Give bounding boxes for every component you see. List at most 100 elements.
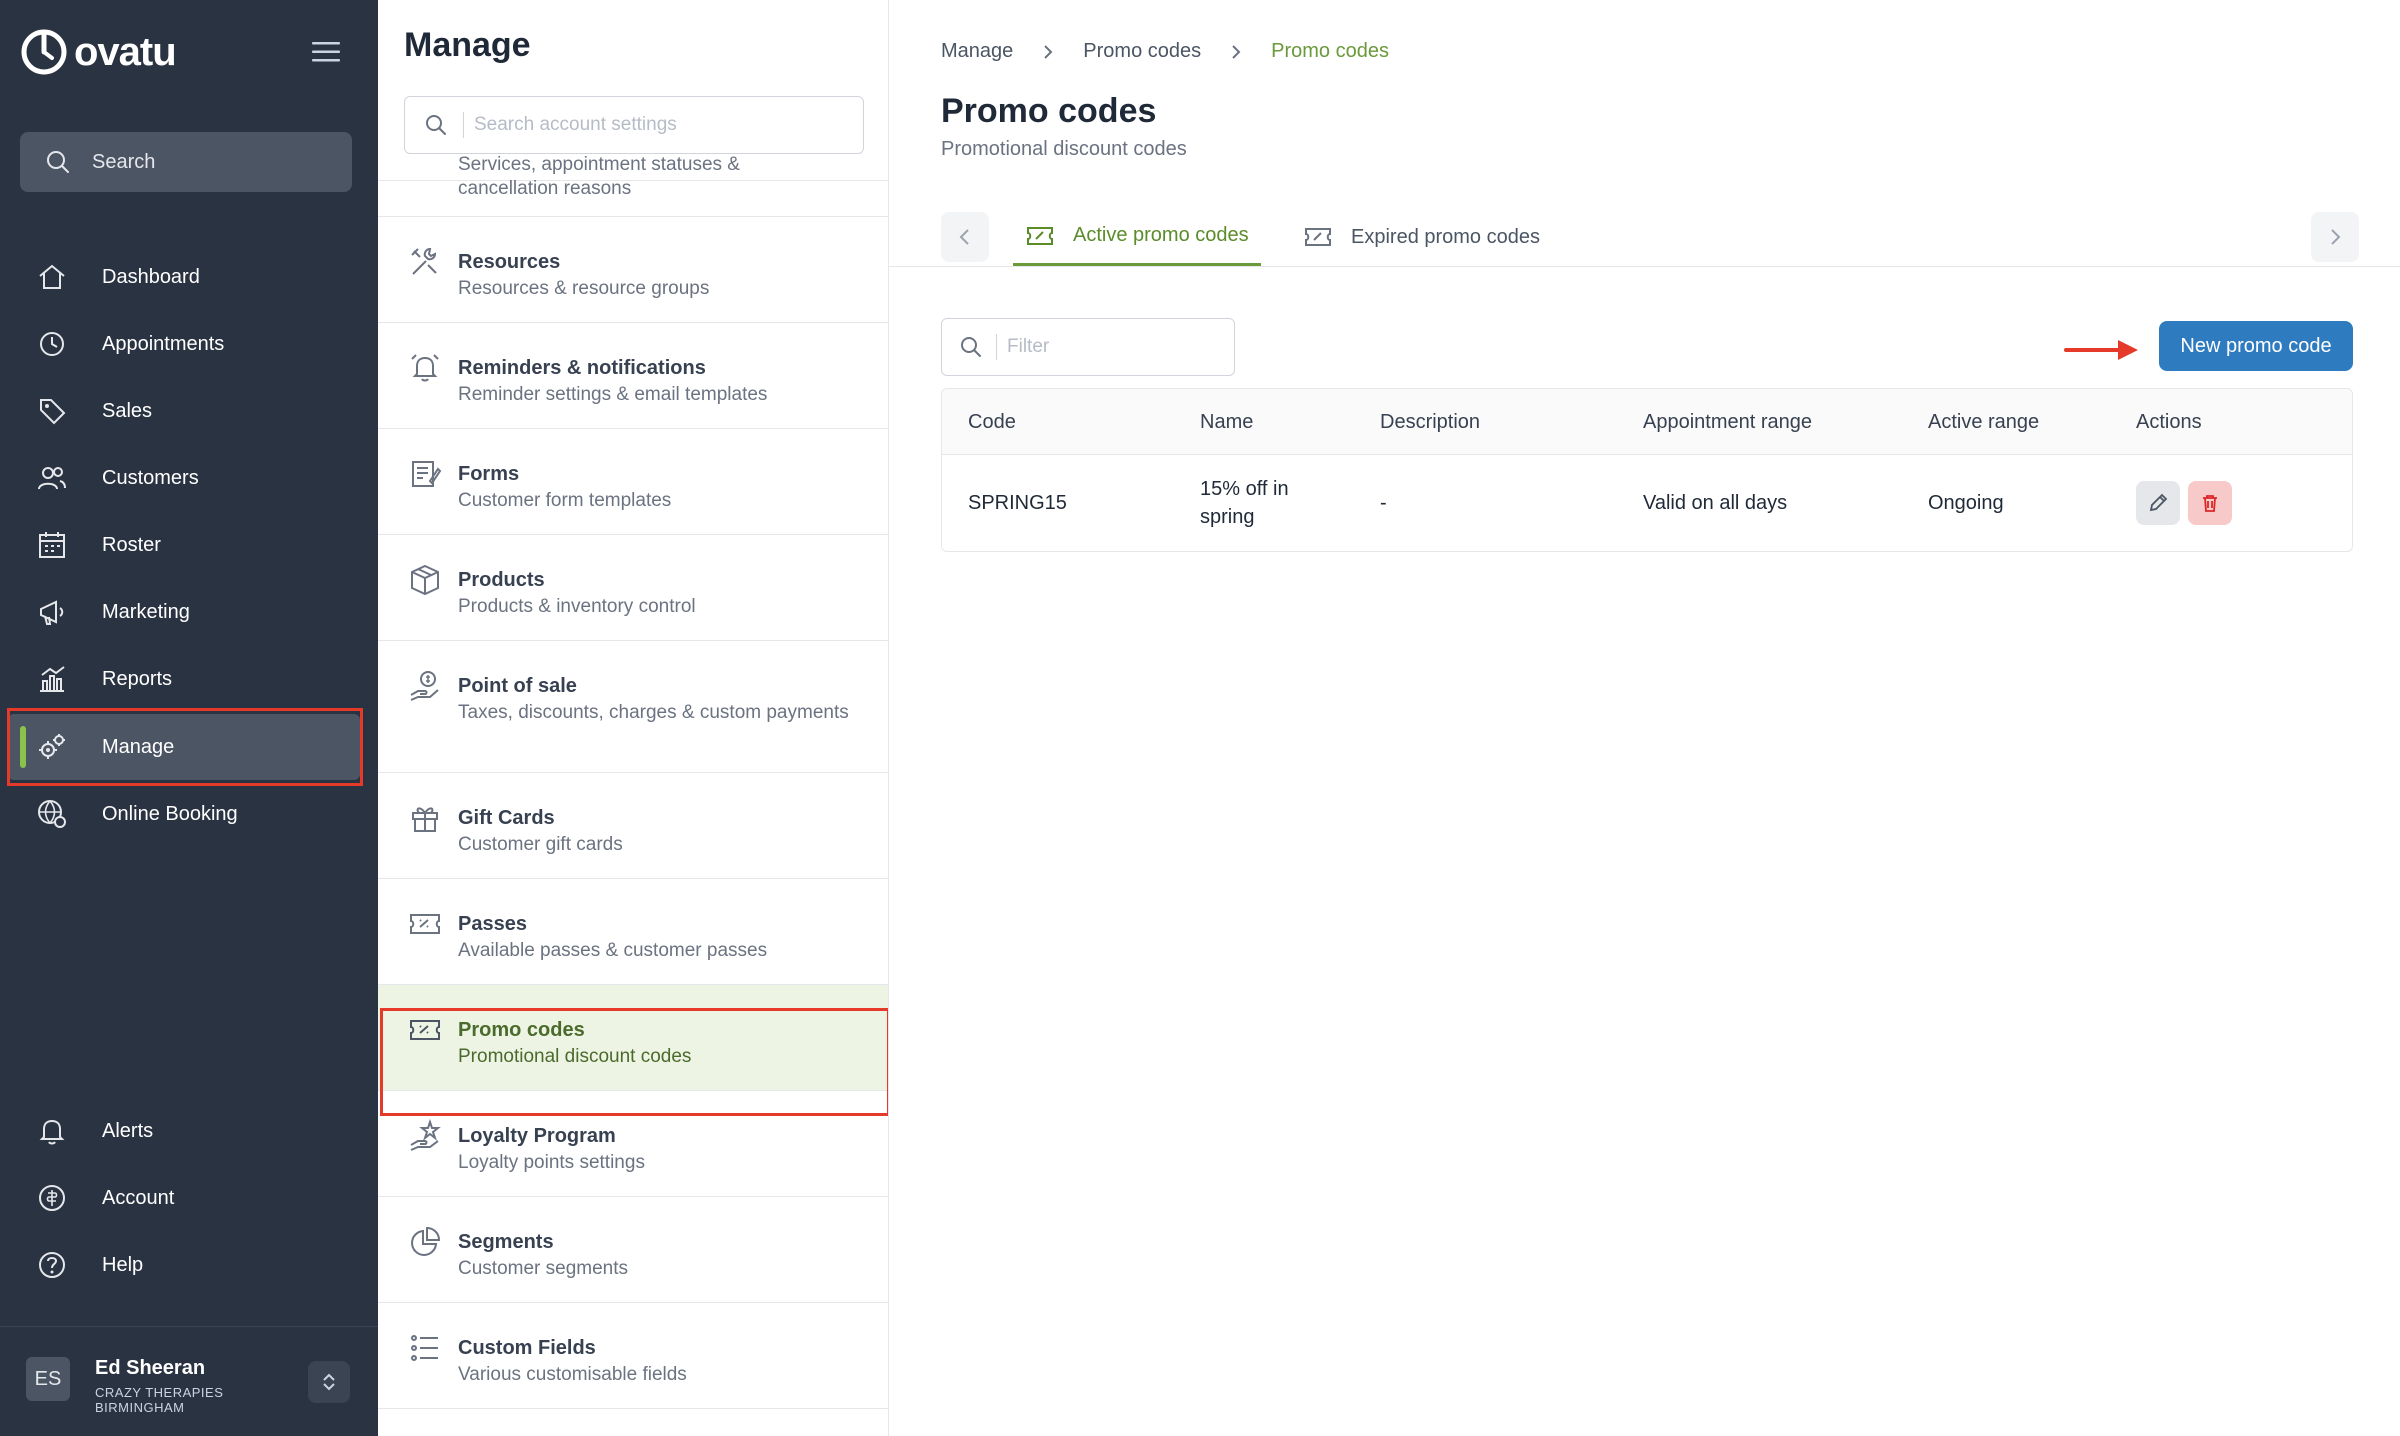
settings-item-title: Gift Cards	[458, 807, 555, 829]
org-line-2: BIRMINGHAM	[95, 1400, 185, 1415]
settings-item-passes[interactable]: Passes Available passes & customer passe…	[378, 879, 888, 985]
column-header-active-range: Active range	[1928, 411, 2040, 433]
nav-item-dashboard[interactable]: Dashboard	[8, 244, 360, 310]
settings-item-title: Segments	[458, 1231, 554, 1253]
form-icon	[412, 461, 442, 487]
settings-item-custom-fields[interactable]: Custom Fields Various customisable field…	[378, 1303, 888, 1409]
sidebar-search[interactable]: Search	[20, 132, 352, 192]
org-line-1: CRAZY THERAPIES	[95, 1385, 224, 1400]
settings-item-title: Loyalty Program	[458, 1125, 616, 1147]
settings-item-title: Passes	[458, 913, 527, 935]
column-header-description: Description	[1380, 411, 1481, 433]
manage-search-input[interactable]	[474, 114, 834, 136]
settings-item-segments[interactable]: Segments Customer segments	[378, 1197, 888, 1303]
ovatu-logo-icon	[21, 29, 67, 75]
nav-label: Reports	[102, 667, 173, 690]
tab-expired-promo-codes[interactable]: Expired promo codes	[1303, 208, 1540, 266]
settings-item-subtitle: Services, appointment statuses & cancell…	[458, 154, 740, 199]
account-icon	[39, 1185, 65, 1211]
tabs-scroll-left-button[interactable]	[941, 212, 989, 262]
tabs-scroll-right-button[interactable]	[2311, 212, 2359, 262]
nav-label: Customers	[102, 466, 199, 489]
settings-item-promo-codes[interactable]: Promo codes Promotional discount codes	[378, 985, 888, 1091]
promo-codes-table: Code Name Description Appointment range …	[941, 388, 2353, 552]
settings-item-title: Forms	[458, 463, 520, 485]
breadcrumb: Manage Promo codes Promo codes	[941, 40, 1389, 63]
page-title: Promo codes	[941, 92, 1157, 130]
settings-item-point-of-sale[interactable]: Point of sale Taxes, discounts, charges …	[378, 641, 888, 773]
nav-label: Dashboard	[102, 265, 200, 288]
search-icon	[47, 151, 69, 173]
settings-item-title: Products	[458, 569, 545, 591]
ticket-icon	[410, 1020, 440, 1040]
nav-item-appointments[interactable]: Appointments	[8, 311, 360, 377]
settings-item-forms[interactable]: Forms Customer form templates	[378, 429, 888, 535]
hamburger-menu-icon[interactable]	[306, 36, 346, 68]
tools-icon	[411, 247, 437, 275]
nav-item-online-booking[interactable]: Online Booking	[8, 781, 360, 847]
chart-icon	[40, 666, 65, 692]
nav-item-customers[interactable]: Customers	[8, 445, 360, 511]
nav-item-alerts[interactable]: Alerts	[8, 1098, 360, 1164]
clock-icon	[40, 332, 64, 356]
tabs-divider	[889, 266, 2400, 267]
nav-label: Sales	[102, 399, 153, 422]
nav-item-account[interactable]: Account	[8, 1165, 360, 1231]
settings-item-subtitle: Promotional discount codes	[458, 1046, 692, 1067]
settings-list: Services, appointment statuses & cancell…	[378, 154, 888, 1409]
settings-item-gift-cards[interactable]: Gift Cards Customer gift cards	[378, 773, 888, 879]
settings-item-resources[interactable]: Resources Resources & resource groups	[378, 217, 888, 323]
cell-name-line-2: spring	[1200, 506, 1255, 528]
settings-item-title: Resources	[458, 251, 561, 273]
tag-icon	[40, 399, 66, 425]
search-divider	[463, 112, 464, 138]
bell-icon	[39, 1119, 65, 1145]
filter-box[interactable]	[941, 318, 1235, 376]
cell-active-range: Ongoing	[1928, 492, 2004, 514]
pencil-icon	[2149, 493, 2168, 512]
nav-item-roster[interactable]: Roster	[8, 512, 360, 578]
manage-search[interactable]	[404, 96, 864, 154]
page-subtitle: Promotional discount codes	[941, 138, 1187, 160]
delete-button[interactable]	[2188, 481, 2232, 525]
money-hand-icon	[410, 671, 439, 701]
sidebar-search-label: Search	[92, 150, 156, 173]
new-promo-code-button[interactable]: New promo code	[2159, 321, 2353, 371]
table-header: Code Name Description Appointment range …	[942, 389, 2352, 455]
column-header-appointment-range: Appointment range	[1643, 411, 1813, 433]
settings-item-services[interactable]: Services, appointment statuses & cancell…	[378, 154, 888, 217]
ticket-icon	[1305, 228, 1331, 246]
nav-label: Help	[102, 1253, 144, 1276]
nav-item-help[interactable]: Help	[8, 1232, 360, 1298]
breadcrumb-current: Promo codes	[1271, 40, 1389, 62]
nav-item-manage[interactable]: Manage	[8, 714, 360, 780]
breadcrumb-item-promo-codes[interactable]: Promo codes	[1083, 40, 1201, 63]
box-icon	[411, 564, 439, 596]
avatar: ES	[26, 1357, 70, 1401]
nav-item-marketing[interactable]: Marketing	[8, 579, 360, 645]
settings-item-title: Point of sale	[458, 675, 577, 697]
star-hand-icon	[410, 1119, 441, 1151]
tab-active-promo-codes[interactable]: Active promo codes	[1013, 208, 1261, 266]
column-header-name: Name	[1200, 411, 1254, 433]
gears-icon	[39, 734, 65, 759]
settings-item-loyalty-program[interactable]: Loyalty Program Loyalty points settings	[378, 1091, 888, 1197]
filter-input[interactable]	[1007, 336, 1207, 358]
home-icon	[39, 264, 65, 289]
list-icon	[411, 1335, 438, 1361]
arrow-right-annotation-icon	[2064, 340, 2138, 360]
chevron-right-icon	[2331, 229, 2341, 245]
nav-item-reports[interactable]: Reports	[8, 646, 360, 712]
nav-item-sales[interactable]: Sales	[8, 378, 360, 444]
settings-item-reminders[interactable]: Reminders & notifications Reminder setti…	[378, 323, 888, 429]
user-profile[interactable]: ES Ed Sheeran CRAZY THERAPIES BIRMINGHAM	[0, 1326, 378, 1436]
edit-button[interactable]	[2136, 481, 2180, 525]
settings-item-products[interactable]: Products Products & inventory control	[378, 535, 888, 641]
chevron-up-down-icon	[323, 1373, 335, 1391]
settings-item-subtitle: Taxes, discounts, charges & custom payme…	[458, 702, 849, 723]
settings-item-subtitle: Various customisable fields	[458, 1364, 687, 1385]
brand-logo[interactable]: ovatu	[20, 24, 177, 80]
search-icon	[426, 115, 446, 135]
user-switcher-button[interactable]	[308, 1361, 350, 1403]
breadcrumb-item-manage[interactable]: Manage	[941, 40, 1013, 63]
